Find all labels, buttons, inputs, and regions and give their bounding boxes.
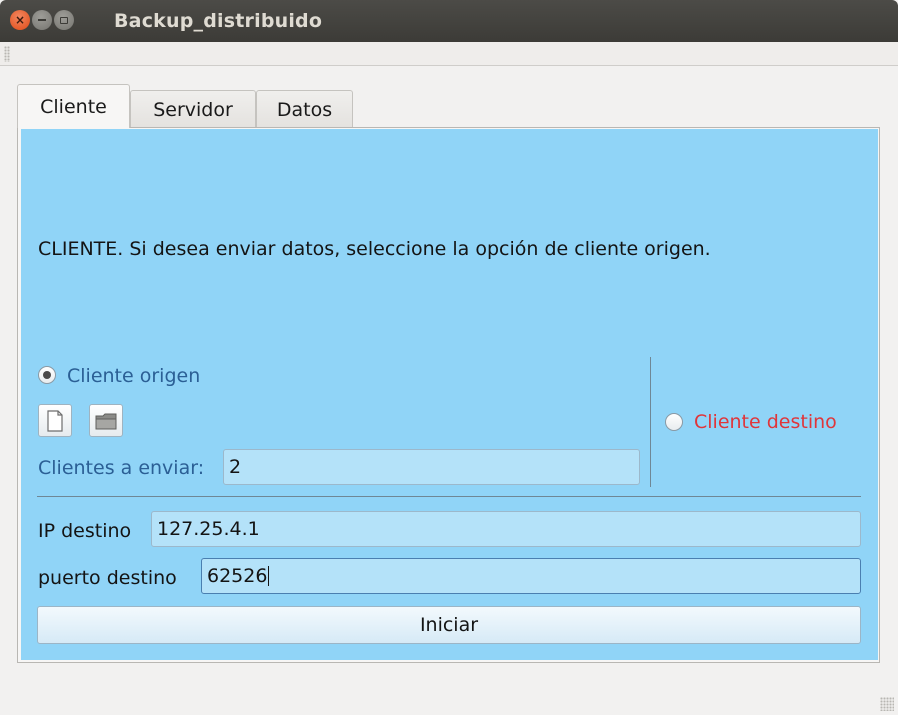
horizontal-separator xyxy=(37,496,861,497)
cliente-destino-label[interactable]: Cliente destino xyxy=(694,411,837,433)
toolbar-grip-icon[interactable] xyxy=(4,46,10,62)
instruction-text: CLIENTE. Si desea enviar datos, seleccio… xyxy=(38,238,711,260)
maximize-window-icon[interactable] xyxy=(54,10,74,30)
iniciar-button[interactable]: Iniciar xyxy=(37,606,861,644)
close-window-icon[interactable]: × xyxy=(10,10,30,30)
window-title: Backup_distribuido xyxy=(114,10,323,32)
cliente-origen-label[interactable]: Cliente origen xyxy=(67,365,200,387)
tab-datos[interactable]: Datos xyxy=(256,90,353,128)
open-folder-button[interactable] xyxy=(89,404,123,437)
cliente-origen-radio[interactable] xyxy=(38,366,56,384)
puerto-destino-value: 62526 xyxy=(207,565,268,587)
tab-cliente[interactable]: Cliente xyxy=(17,84,130,128)
toolbar-area xyxy=(0,42,898,66)
cliente-destino-radio[interactable] xyxy=(665,413,683,431)
text-caret xyxy=(268,566,270,586)
clientes-a-enviar-label: Clientes a enviar: xyxy=(38,457,205,479)
ip-destino-label: IP destino xyxy=(38,520,132,542)
tab-servidor[interactable]: Servidor xyxy=(130,90,256,128)
new-file-button[interactable] xyxy=(38,404,72,437)
ip-destino-input[interactable]: 127.25.4.1 xyxy=(151,511,861,547)
puerto-destino-input[interactable]: 62526 xyxy=(201,558,861,594)
clientes-a-enviar-input[interactable]: 2 xyxy=(223,449,640,485)
new-file-icon xyxy=(47,409,63,432)
puerto-destino-label: puerto destino xyxy=(38,567,177,589)
window-titlebar: × Backup_distribuido xyxy=(0,0,898,42)
resize-grip-icon[interactable] xyxy=(880,697,894,711)
vertical-separator xyxy=(650,357,651,487)
folder-icon xyxy=(95,413,117,429)
minimize-window-icon[interactable] xyxy=(32,10,52,30)
